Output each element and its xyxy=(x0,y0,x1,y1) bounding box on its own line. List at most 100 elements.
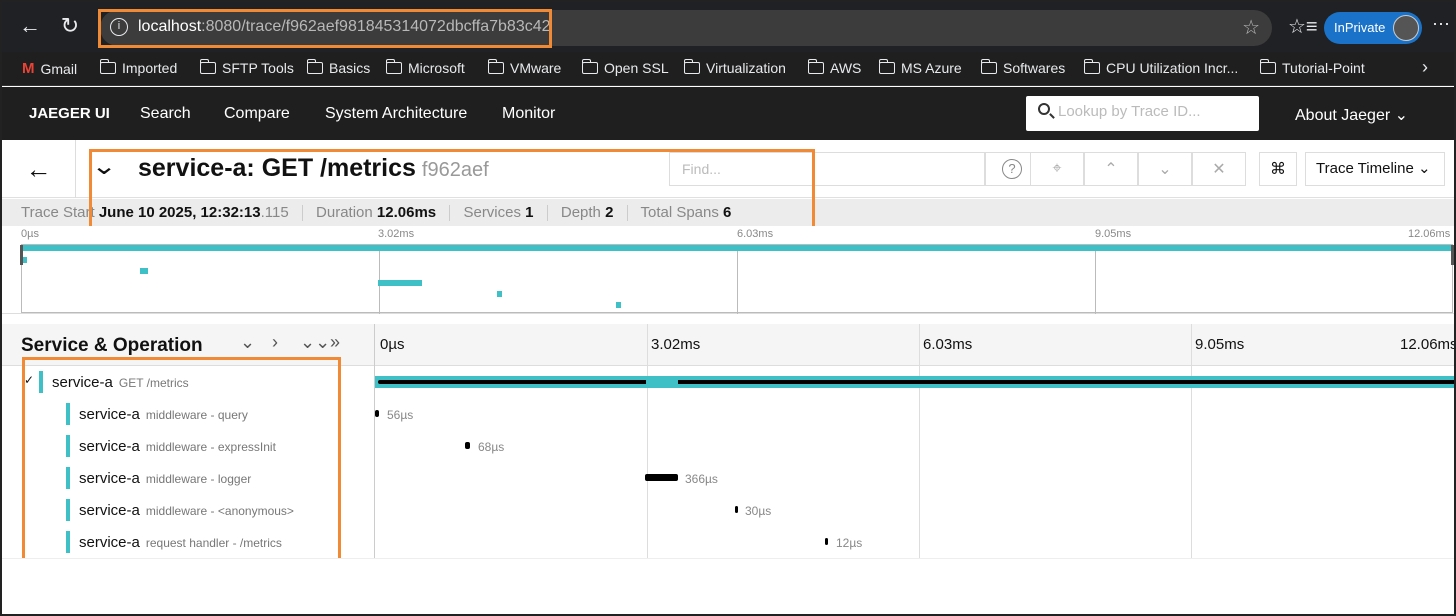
bookmark-sftp-tools[interactable]: SFTP Tools xyxy=(199,59,294,76)
minimap-tick: 0µs xyxy=(21,228,39,240)
expand-chevron-icon[interactable]: ✓ xyxy=(24,373,34,387)
minimap-canvas[interactable] xyxy=(20,244,1454,314)
folder-icon xyxy=(581,59,598,74)
bookmark-ms-azure[interactable]: MS Azure xyxy=(878,59,962,76)
back-button[interactable]: ← xyxy=(2,140,76,198)
bookmark-aws[interactable]: AWS xyxy=(807,59,861,76)
nav-search[interactable]: Search xyxy=(140,105,191,123)
divider xyxy=(449,205,451,222)
bookmark-softwares[interactable]: Softwares xyxy=(980,59,1065,76)
browser-toolbar: ← ↻ i localhost:8080/trace/f962aef981845… xyxy=(2,2,1454,52)
column-resizer[interactable] xyxy=(374,324,375,366)
next-match-button[interactable]: ⌄ xyxy=(1138,152,1192,186)
span-bar[interactable] xyxy=(825,538,828,545)
address-bar[interactable]: i localhost:8080/trace/f962aef9818453140… xyxy=(100,10,1272,46)
bookmark-tutorial-point[interactable]: Tutorial-Point xyxy=(1259,59,1365,76)
span-duration: 56µs xyxy=(387,408,414,422)
timeline-gridline xyxy=(647,324,648,366)
span-rows: ✓ service-a GET /metrics service-a middlew… xyxy=(2,366,1454,558)
folder-icon xyxy=(199,59,216,74)
service-color-bar xyxy=(66,531,70,553)
span-bar[interactable] xyxy=(465,442,470,449)
nav-system-architecture[interactable]: System Architecture xyxy=(325,105,467,123)
keyboard-shortcuts-button[interactable]: ⌘ xyxy=(1259,152,1297,186)
folder-icon xyxy=(99,59,116,74)
span-row[interactable]: ✓ service-a GET /metrics xyxy=(2,366,1454,398)
trace-lookup[interactable] xyxy=(1026,96,1259,131)
site-info-icon[interactable]: i xyxy=(110,18,128,36)
span-name: service-a middleware - query xyxy=(79,406,248,423)
close-icon: ✕ xyxy=(1212,161,1226,178)
bookmark-vmware[interactable]: VMware xyxy=(487,59,561,76)
folder-icon xyxy=(385,59,402,74)
refresh-icon[interactable]: ↻ xyxy=(56,12,84,40)
span-bar[interactable] xyxy=(735,506,738,513)
timeline-gridline xyxy=(1191,324,1192,366)
span-duration: 30µs xyxy=(745,504,772,518)
expand-all-icon[interactable]: » xyxy=(330,332,340,353)
chevron-up-icon: ⌃ xyxy=(1104,161,1118,178)
nav-monitor[interactable]: Monitor xyxy=(502,105,555,123)
span-duration: 68µs xyxy=(478,440,505,454)
bookmark-gmail[interactable]: M Gmail xyxy=(22,60,77,77)
folder-icon xyxy=(683,59,700,74)
more-options-icon[interactable]: ⋯ xyxy=(1432,14,1450,35)
services-value: 1 xyxy=(525,204,534,221)
back-arrow-icon[interactable]: ← xyxy=(16,12,44,40)
bookmark-imported[interactable]: Imported xyxy=(99,59,177,76)
minimap-handle-left[interactable] xyxy=(20,245,23,265)
span-row[interactable]: service-a middleware - logger 366µs xyxy=(2,462,1454,494)
collapse-chevron-icon[interactable]: ⌄ xyxy=(91,152,117,181)
minimap-handle-right[interactable] xyxy=(1451,245,1454,265)
collapse-one-icon[interactable]: ⌄ xyxy=(240,332,255,353)
help-icon: ? xyxy=(1002,159,1022,179)
nav-compare[interactable]: Compare xyxy=(224,105,290,123)
bookmark-microsoft[interactable]: Microsoft xyxy=(385,59,465,76)
trace-id-input[interactable] xyxy=(1058,103,1248,120)
about-jaeger-menu[interactable]: About Jaeger ⌄ xyxy=(1295,105,1408,125)
chevron-right-icon[interactable]: › xyxy=(1422,57,1428,78)
minimap-tick: 3.02ms xyxy=(378,228,415,240)
span-row[interactable]: service-a request handler - /metrics 12µs xyxy=(2,526,1454,558)
span-bar[interactable] xyxy=(645,474,678,481)
bookmark-cpu-utilization[interactable]: CPU Utilization Incr... xyxy=(1083,59,1238,76)
folder-icon xyxy=(807,59,824,74)
service-operation-title: Service & Operation xyxy=(21,335,203,356)
folder-icon xyxy=(306,59,323,74)
folder-icon xyxy=(1083,59,1100,74)
minimap-span-root xyxy=(22,245,1452,251)
expand-one-icon[interactable]: › xyxy=(272,332,278,353)
service-color-bar xyxy=(66,403,70,425)
bookmark-open-ssl[interactable]: Open SSL xyxy=(581,59,669,76)
span-name: service-a middleware - <anonymous> xyxy=(79,502,294,519)
span-row[interactable]: service-a middleware - query 56µs xyxy=(2,398,1454,430)
bookmark-basics[interactable]: Basics xyxy=(306,59,370,76)
collapse-all-icon[interactable]: ⌄⌄ xyxy=(300,332,330,353)
trace-minimap[interactable]: 0µs 3.02ms 6.03ms 9.05ms 12.06ms xyxy=(2,226,1454,314)
span-row[interactable]: service-a middleware - expressInit 68µs xyxy=(2,430,1454,462)
span-duration: 12µs xyxy=(836,536,863,550)
span-name: service-a middleware - logger xyxy=(79,470,252,487)
minimap-span xyxy=(23,257,27,263)
span-bar[interactable] xyxy=(375,410,379,417)
service-color-bar xyxy=(66,499,70,521)
chevron-down-icon: ⌄ xyxy=(1158,161,1172,178)
folder-icon xyxy=(487,59,504,74)
duration-label: Duration xyxy=(316,204,373,221)
locate-button[interactable]: ⌖ xyxy=(1030,152,1084,186)
prev-match-button[interactable]: ⌃ xyxy=(1084,152,1138,186)
view-selector[interactable]: Trace Timeline ⌄ xyxy=(1305,152,1445,186)
trace-title: service-a: GET /metrics f962aef xyxy=(138,154,489,182)
bookmark-virtualization[interactable]: Virtualization xyxy=(683,59,786,76)
find-input[interactable] xyxy=(669,152,985,186)
favorite-star-icon[interactable]: ☆ xyxy=(1242,15,1260,40)
inprivate-badge[interactable]: InPrivate xyxy=(1324,12,1422,44)
service-color-bar xyxy=(66,435,70,457)
clear-search-button[interactable]: ✕ xyxy=(1192,152,1246,186)
span-row[interactable]: service-a middleware - <anonymous> 30µs xyxy=(2,494,1454,526)
command-icon: ⌘ xyxy=(1270,161,1286,178)
brand-logo[interactable]: JAEGER UI xyxy=(29,105,110,122)
favorites-icon[interactable]: ☆≡ xyxy=(1288,14,1318,39)
span-bar-root[interactable] xyxy=(378,380,1454,384)
divider xyxy=(546,205,548,222)
